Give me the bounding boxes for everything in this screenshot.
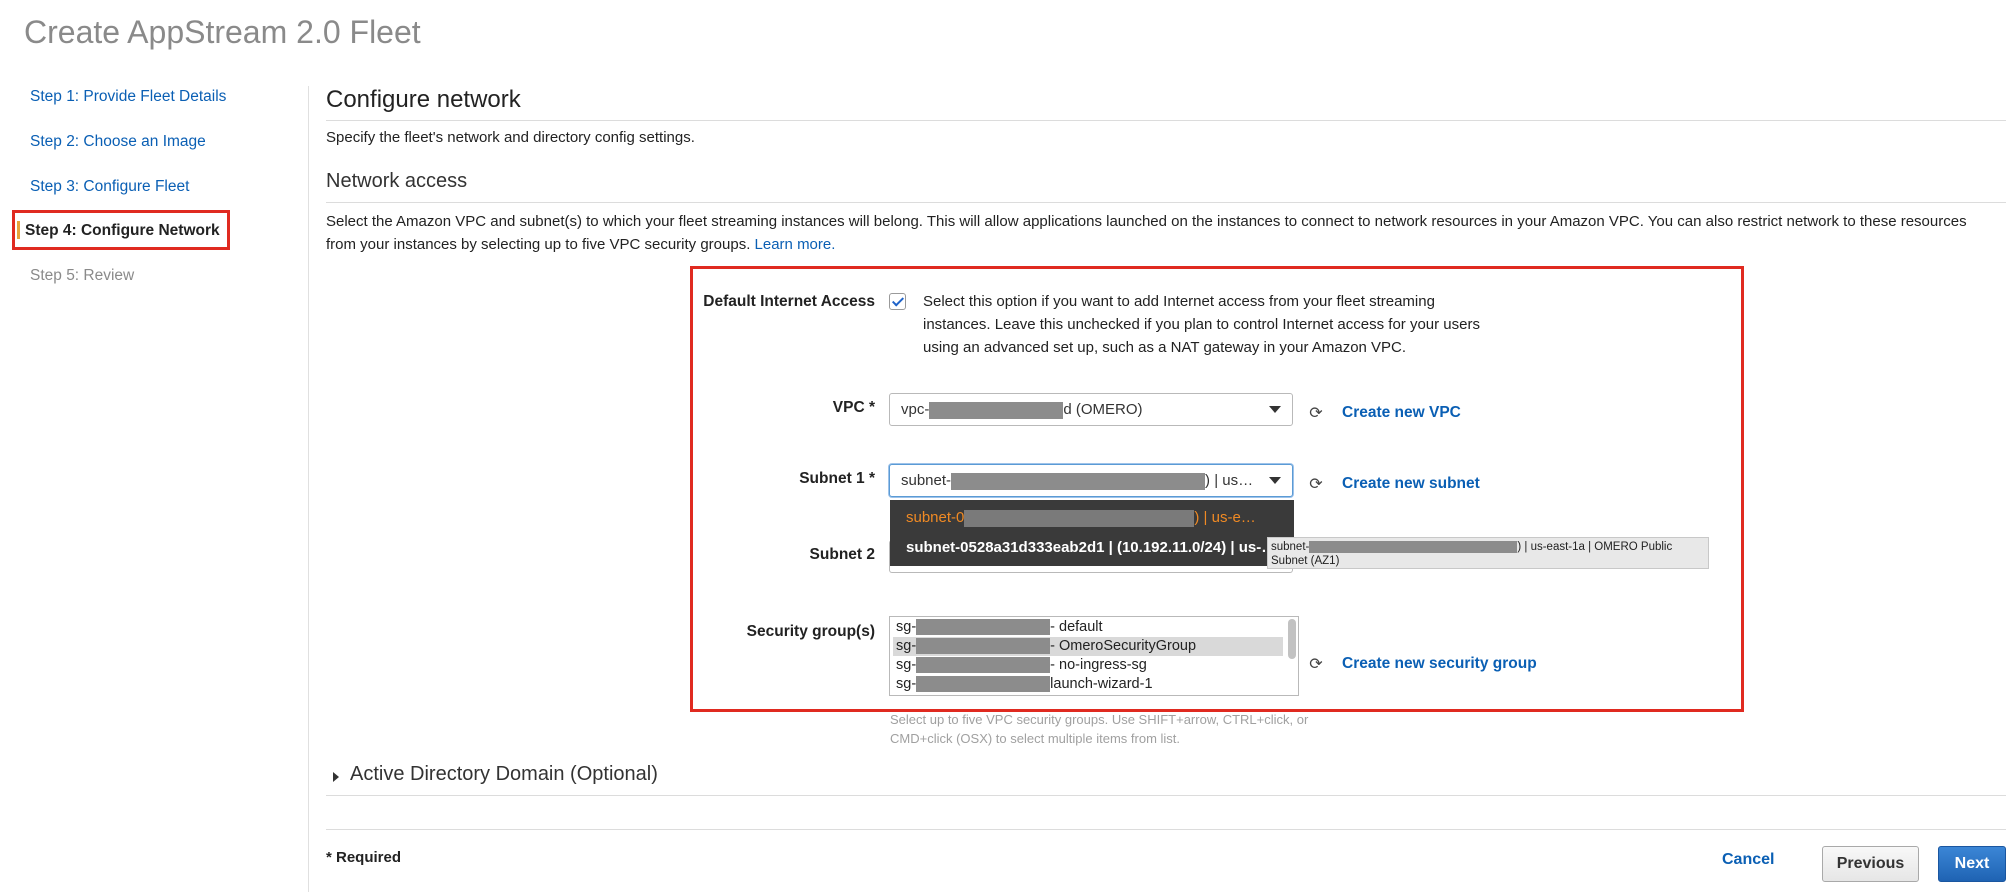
sg-prefix: sg- [896, 619, 917, 635]
network-access-heading: Network access [326, 170, 468, 192]
previous-button[interactable]: Previous [1822, 846, 1919, 882]
network-access-rule [326, 202, 2006, 203]
chevron-down-icon [1269, 406, 1281, 413]
redacted-id [1309, 540, 1518, 553]
option-prefix: subnet-0 [906, 509, 965, 526]
sg-prefix: sg- [896, 676, 917, 692]
section-subtitle: Specify the fleet's network and director… [326, 129, 695, 146]
redacted-id [964, 509, 1195, 527]
redacted-id [929, 401, 1064, 419]
vpc-value-prefix: vpc- [901, 401, 930, 418]
sg-prefix: sg- [896, 638, 917, 654]
subnet2-label: Subnet 2 [809, 546, 875, 563]
sg-name: launch-wizard-1 [1050, 676, 1153, 692]
active-directory-toggle[interactable]: Active Directory Domain (Optional) [350, 763, 658, 786]
default-internet-label: Default Internet Access [703, 293, 875, 310]
caret-right-icon[interactable] [333, 772, 339, 782]
redacted-id [916, 676, 1051, 693]
security-groups-listbox[interactable]: sg- - default sg- - OmeroSecurityGroup sg-… [889, 616, 1299, 696]
learn-more-link[interactable]: Learn more. [755, 236, 836, 253]
network-access-text: Select the Amazon VPC and subnet(s) to w… [326, 213, 1967, 253]
subnet1-value-suffix: ) | us… [1205, 472, 1254, 489]
vpc-value-suffix: d (OMERO) [1063, 401, 1143, 418]
section-title: Configure network [326, 86, 521, 113]
sg-prefix: sg- [896, 657, 917, 673]
create-subnet-link[interactable]: Create new subnet [1342, 475, 1480, 493]
step-2-link[interactable]: Step 2: Choose an Image [30, 133, 206, 151]
subnet1-select[interactable]: subnet- ) | us… [889, 464, 1293, 497]
step-4-current: Step 4: Configure Network [25, 222, 220, 239]
sg-name: - OmeroSecurityGroup [1050, 638, 1197, 654]
option-suffix: ) | us-e… [1194, 509, 1256, 526]
listbox-scrollbar[interactable] [1288, 619, 1296, 659]
active-directory-rule [326, 795, 2006, 796]
active-step-indicator [17, 221, 20, 239]
security-groups-label: Security group(s) [746, 623, 875, 640]
sg-name: - no-ingress-sg [1050, 657, 1147, 673]
section-title-rule [326, 120, 2006, 121]
tooltip-prefix: subnet- [1271, 541, 1310, 553]
refresh-subnet-icon[interactable]: ⟳ [1308, 477, 1324, 493]
security-groups-hint: Select up to five VPC security groups. U… [890, 712, 1309, 746]
default-internet-description: Select this option if you want to add In… [923, 293, 1480, 356]
subnet1-dropdown-list: subnet-0 ) | us-e… subnet-0528a31d333eab2… [890, 500, 1294, 566]
redacted-id [916, 619, 1051, 636]
subnet1-label: Subnet 1 * [799, 470, 875, 487]
sidebar-divider [308, 86, 309, 892]
subnet-option-selected[interactable]: subnet-0 ) | us-e… [890, 503, 1294, 533]
next-button[interactable]: Next [1938, 846, 2006, 882]
cancel-button[interactable]: Cancel [1722, 851, 1774, 869]
redacted-id [916, 657, 1051, 674]
page-title: Create AppStream 2.0 Fleet [24, 14, 421, 50]
footer-rule [326, 829, 2006, 830]
security-group-item[interactable]: sg-launch-wizard-1 [893, 675, 1283, 694]
chevron-down-icon [1269, 477, 1281, 484]
create-vpc-link[interactable]: Create new VPC [1342, 404, 1461, 422]
default-internet-checkbox[interactable] [889, 293, 906, 310]
refresh-security-groups-icon[interactable]: ⟳ [1308, 657, 1324, 673]
step-5-link: Step 5: Review [30, 267, 135, 284]
step-1-link[interactable]: Step 1: Provide Fleet Details [30, 88, 226, 106]
network-access-description: Select the Amazon VPC and subnet(s) to w… [326, 210, 1996, 256]
refresh-vpc-icon[interactable]: ⟳ [1308, 406, 1324, 422]
vpc-select[interactable]: vpc-d (OMERO) [889, 393, 1293, 426]
security-group-item-selected[interactable]: sg- - OmeroSecurityGroup [893, 637, 1283, 656]
subnet1-value-prefix: subnet- [901, 472, 952, 489]
redacted-id [916, 638, 1051, 655]
subnet-tooltip: subnet-) | us-east-1a | OMERO Public Sub… [1267, 537, 1709, 569]
subnet-option[interactable]: subnet-0528a31d333eab2d1 | (10.192.11.0/… [890, 533, 1294, 563]
redacted-id [951, 472, 1206, 490]
step-3-link[interactable]: Step 3: Configure Fleet [30, 178, 189, 196]
create-security-group-link[interactable]: Create new security group [1342, 655, 1537, 673]
security-group-item[interactable]: sg- - default [893, 618, 1283, 637]
vpc-label: VPC * [832, 399, 875, 416]
sg-name: - default [1050, 619, 1103, 635]
security-group-item[interactable]: sg- - no-ingress-sg [893, 656, 1283, 675]
required-note: * Required [326, 849, 402, 866]
